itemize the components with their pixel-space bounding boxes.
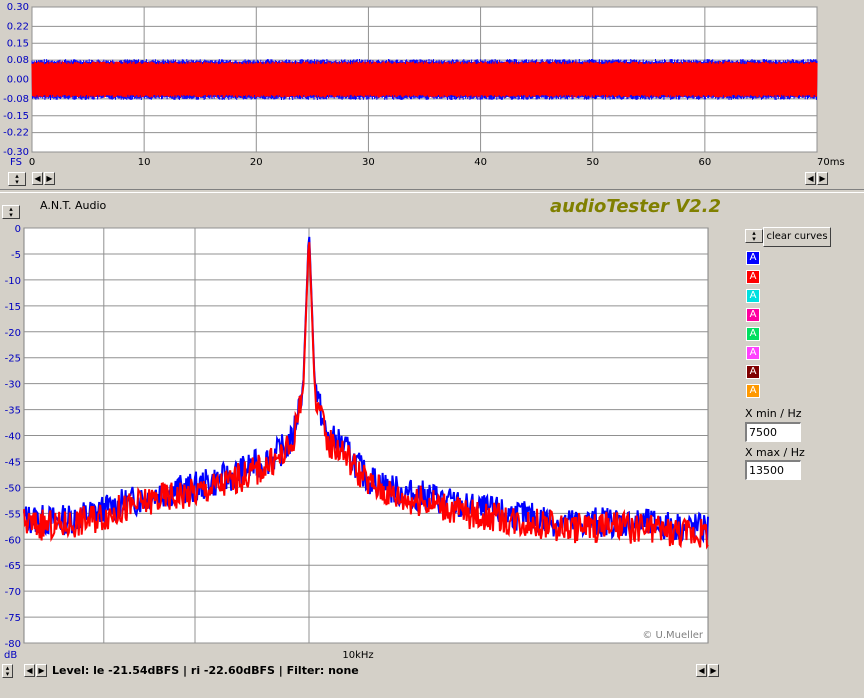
scope-x-tick: 70ms (817, 157, 845, 168)
scope-y-tick: 0.30 (7, 2, 29, 13)
app-title: audioTester V2.2 (550, 196, 722, 217)
spectrum-scroll-left-button-right[interactable]: ◀ (696, 664, 707, 677)
scope-y-tick: -0.15 (3, 111, 29, 122)
spectrum-y-tick: -75 (5, 613, 21, 624)
scope-y-tick: -0.08 (3, 94, 29, 105)
spectrum-y-tick: -35 (5, 406, 21, 417)
scope-x-tick: 60 (698, 157, 711, 168)
spectrum-y-tick: -60 (5, 535, 21, 546)
scope-y-tick: -0.22 (3, 128, 29, 139)
scope-ylabel: FS (10, 157, 22, 168)
scope-y-tick: 0.00 (7, 75, 29, 86)
spectrum-y-tick: -80 (5, 639, 21, 650)
spectrum-y-tick: -70 (5, 587, 21, 598)
scope-panel: 0.30 0.22 0.15 0.08 0.00 -0.08 -0.15 -0.22 -0.30… (0, 0, 864, 190)
spectrum-y-tick: -45 (5, 457, 21, 468)
channel-4-button[interactable]: A (746, 308, 760, 322)
bottom-spinner[interactable]: ▴ ▾ (2, 664, 13, 678)
curves-spinner[interactable]: ▴ ▾ (745, 229, 763, 243)
channel-7-button[interactable]: A (746, 365, 760, 379)
spectrum-y-tick: -25 (5, 354, 21, 365)
spectrum-y-tick: -5 (11, 250, 21, 261)
scope-x-tick: 30 (362, 157, 375, 168)
spectrum-scroll-right-button-right[interactable]: ▶ (708, 664, 719, 677)
channel-2-button[interactable]: A (746, 270, 760, 284)
status-level-text: Level: le -21.54dBFS | ri -22.60dBFS | F… (52, 664, 359, 677)
spectrum-y-tick: -10 (5, 276, 21, 287)
channel-6-button[interactable]: A (746, 346, 760, 360)
scope-scroll-right-button[interactable]: ▶ (44, 172, 55, 185)
xmin-input[interactable]: 7500 (745, 422, 801, 442)
spectrum-xlabel: 10kHz (342, 650, 373, 661)
spectrum-scroll-left-button[interactable]: ◀ (24, 664, 35, 677)
scope-x-tick: 20 (250, 157, 263, 168)
copyright-label: © U.Mueller (642, 630, 704, 641)
spectrum-y-tick: -30 (5, 380, 21, 391)
scope-x-tick: 50 (586, 157, 599, 168)
xmin-label: X min / Hz (745, 407, 802, 420)
scope-scroll-left-button-right[interactable]: ◀ (805, 172, 816, 185)
scope-scroll-right-button-right[interactable]: ▶ (817, 172, 828, 185)
scope-y-tick: 0.15 (7, 38, 29, 49)
panel-divider[interactable] (0, 189, 864, 193)
scope-x-tick: 10 (138, 157, 151, 168)
xmax-label: X max / Hz (745, 446, 805, 459)
scope-y-tick: 0.22 (7, 21, 29, 32)
spectrum-scroll-right-button[interactable]: ▶ (36, 664, 47, 677)
device-name: A.N.T. Audio (40, 199, 107, 212)
channel-5-button[interactable]: A (746, 327, 760, 341)
spectrum-y-tick: -65 (5, 561, 21, 572)
scope-scroll-left-button[interactable]: ◀ (32, 172, 43, 185)
clear-curves-button[interactable]: clear curves (763, 227, 831, 247)
scope-series-2-line (31, 61, 818, 98)
spectrum-y-tick: 0 (15, 224, 21, 235)
channel-3-button[interactable]: A (746, 289, 760, 303)
spectrum-chart: 0 -5 -10 -15 -20 -25 -30 -35 -40 -45 -50 -55 -60 -65 -… (4, 224, 709, 661)
scope-y-tick: 0.08 (7, 55, 29, 66)
spectrum-y-tick: -40 (5, 432, 21, 443)
scope-zoom-spinner[interactable]: ▴ ▾ (8, 172, 26, 186)
spectrum-y-tick: -55 (5, 509, 21, 520)
spectrum-ylabel: dB (4, 650, 17, 661)
scope-x-tick: 40 (474, 157, 487, 168)
scope-chart: 0.300.220.150.080.00-0.08-0.15-0.22-0.30… (3, 2, 845, 168)
channel-1-button[interactable]: A (746, 251, 760, 265)
spectrum-y-tick: -15 (5, 302, 21, 313)
scope-x-tick: 0 (29, 157, 35, 168)
spectrum-y-tick: -50 (5, 483, 21, 494)
spectrum-y-tick: -20 (5, 328, 21, 339)
channel-8-button[interactable]: A (746, 384, 760, 398)
spectrum-zoom-spinner[interactable]: ▴ ▾ (2, 205, 20, 219)
xmax-input[interactable]: 13500 (745, 460, 801, 480)
